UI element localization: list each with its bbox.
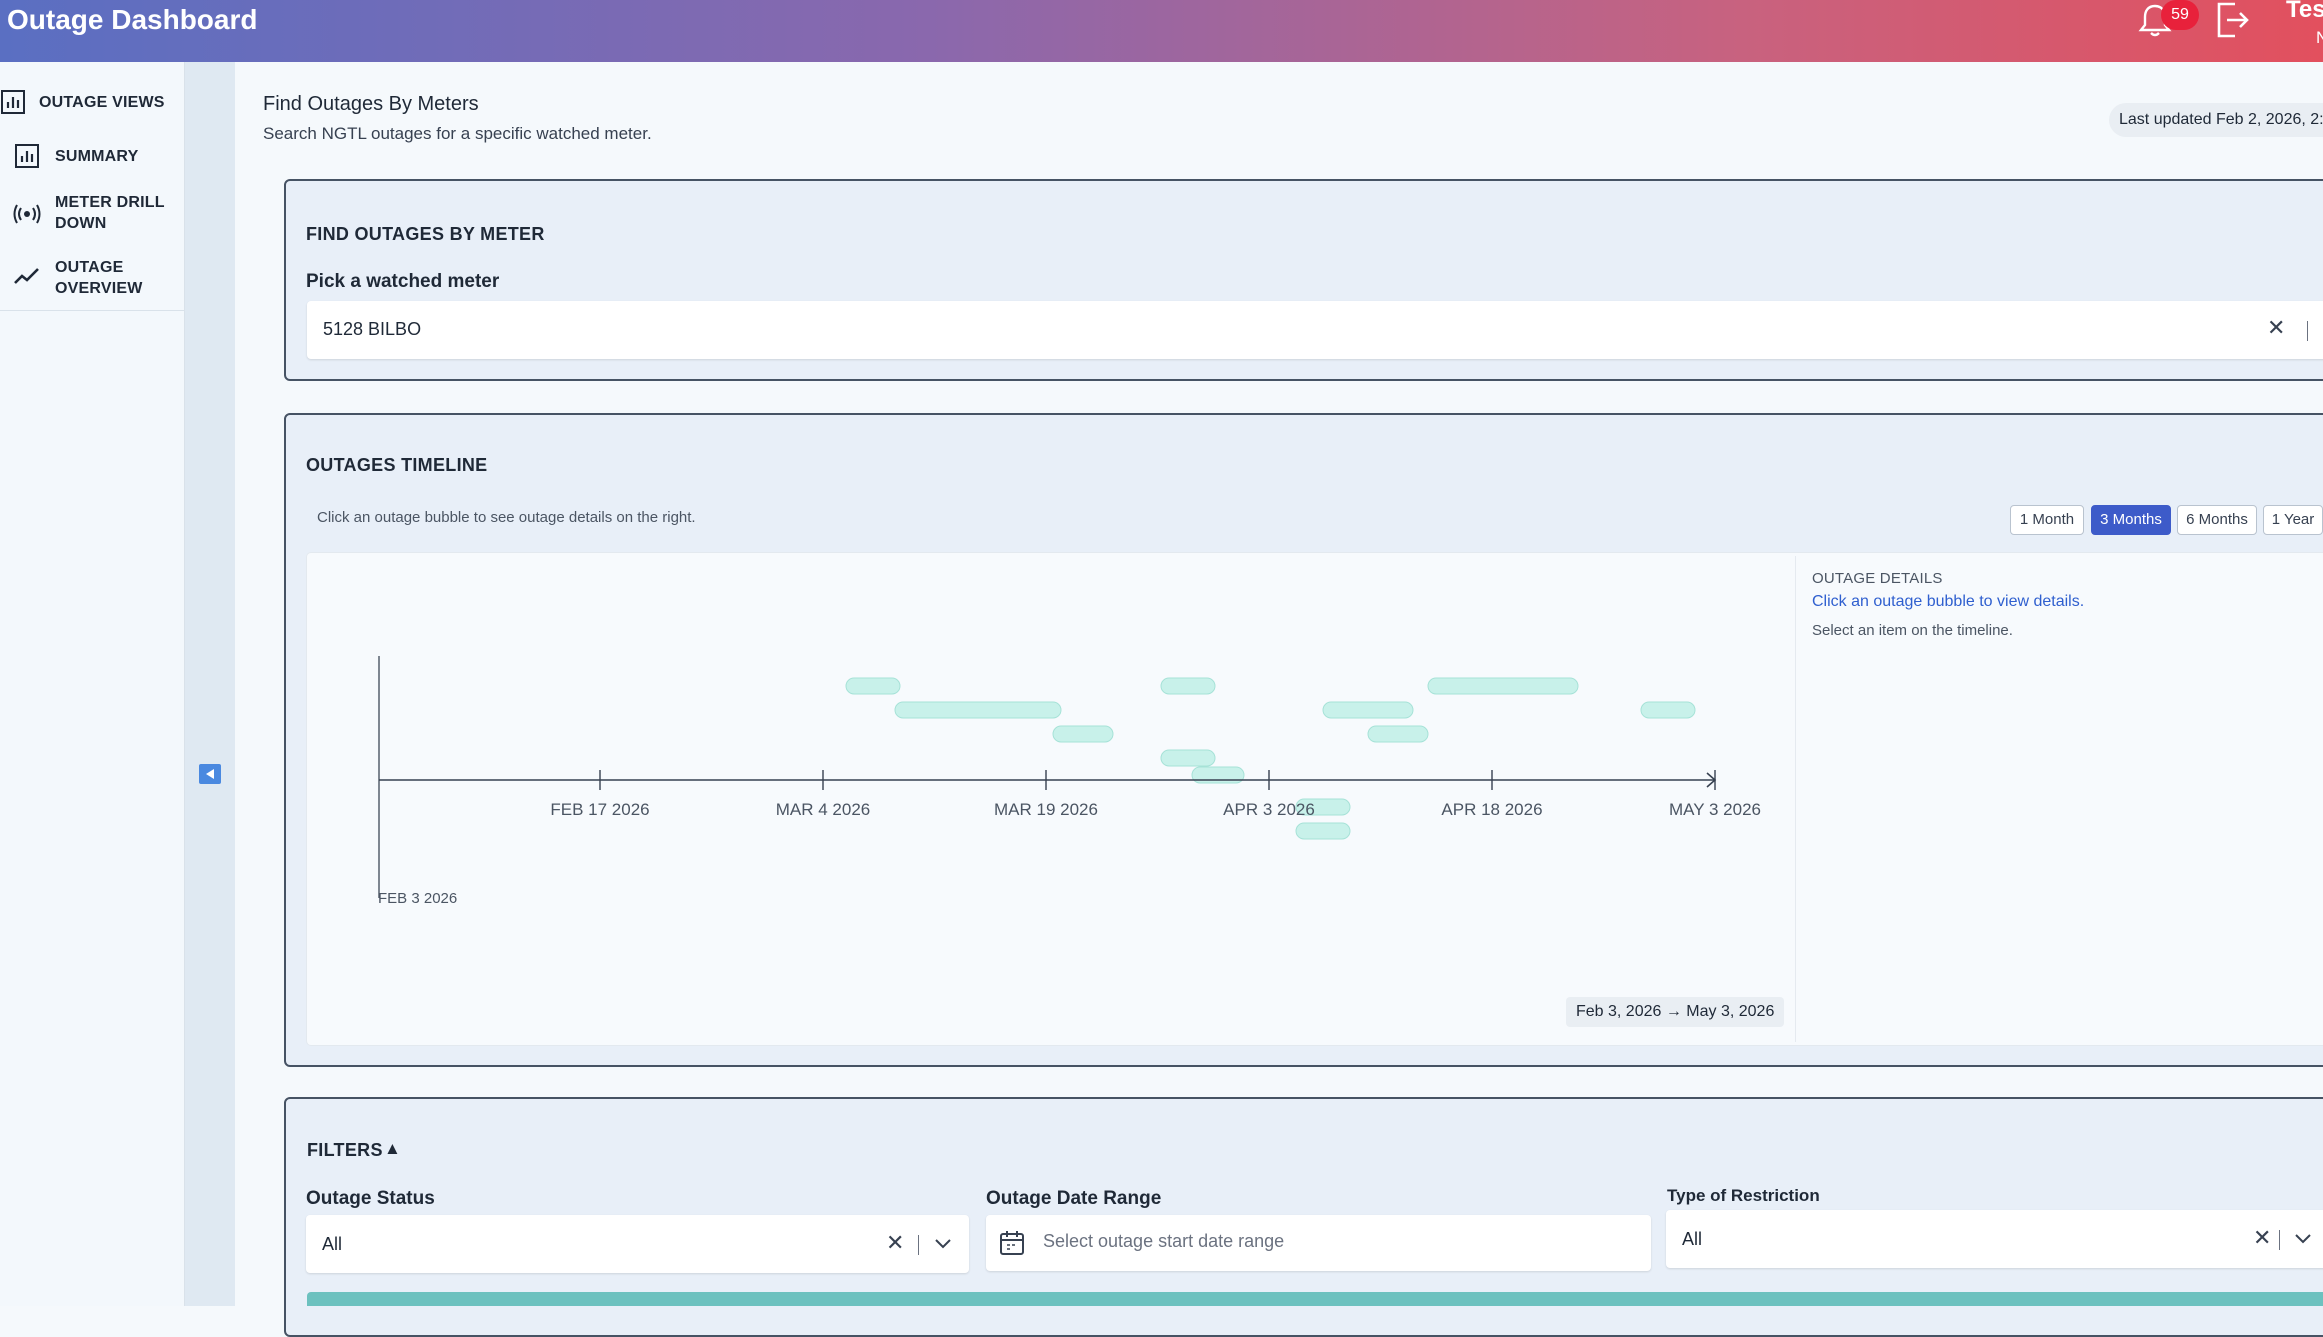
clear-icon[interactable]: ✕ — [2253, 1225, 2271, 1251]
outage-status-value: All — [322, 1234, 343, 1254]
range-1-month-button[interactable]: 1 Month — [2010, 505, 2084, 535]
trend-line-icon — [14, 268, 39, 284]
notification-badge: 59 — [2161, 0, 2199, 30]
axis-tick-label: MAR 4 2026 — [776, 800, 871, 819]
axis-ticks: FEB 17 2026 MAR 4 2026 MAR 19 2026 APR 3 20… — [550, 770, 1761, 819]
sidebar-item-summary[interactable]: SUMMARY — [0, 142, 185, 170]
user-name[interactable]: Tes — [2286, 0, 2323, 24]
card-title: OUTAGES TIMELINE — [306, 455, 488, 475]
sidebar-divider — [0, 310, 185, 311]
date-range-chip: Feb 3, 2026 → May 3, 2026 — [1566, 997, 1785, 1027]
bar-chart-icon — [15, 144, 39, 168]
outage-details-note: Select an item on the timeline. — [1812, 622, 2013, 639]
last-updated-badge: Last updated Feb 2, 2026, 2:2 — [2109, 103, 2323, 137]
bar-chart-icon — [1, 90, 25, 114]
outage-bubble[interactable] — [1367, 725, 1429, 743]
outage-date-range-input[interactable]: Select outage start date range — [986, 1215, 1651, 1271]
outage-bubble[interactable] — [1295, 822, 1351, 840]
outage-bubble[interactable] — [1052, 725, 1114, 743]
sidebar: OUTAGE VIEWS SUMMARY METER DRILL DOWN OU… — [0, 62, 185, 1306]
chevron-down-icon[interactable] — [933, 1234, 953, 1254]
page-subtitle: Search NGTL outages for a specific watch… — [263, 124, 652, 143]
outage-bubble[interactable] — [1160, 677, 1216, 695]
logout-icon[interactable] — [2213, 0, 2253, 40]
select-separator — [2307, 321, 2308, 341]
select-separator — [918, 1235, 919, 1255]
collapse-filters-icon[interactable]: ▲ — [384, 1139, 401, 1159]
outage-bubble[interactable] — [1322, 701, 1414, 719]
axis-tick-label: FEB 17 2026 — [550, 800, 649, 819]
axis-start-label: FEB 3 2026 — [378, 890, 457, 907]
clear-icon[interactable]: ✕ — [2267, 315, 2285, 341]
page-title: Find Outages By Meters — [263, 93, 479, 115]
range-6-months-button[interactable]: 6 Months — [2177, 505, 2257, 535]
outage-bubble[interactable] — [894, 701, 1062, 719]
sidebar-item-outage-views[interactable]: OUTAGE VIEWS — [0, 88, 185, 116]
axis-tick-label: APR 18 2026 — [1441, 800, 1542, 819]
outage-details-title: OUTAGE DETAILS — [1812, 570, 1943, 587]
timeline-hint: Click an outage bubble to see outage det… — [317, 509, 696, 526]
sidebar-item-outage-overview[interactable]: OUTAGE OVERVIEW — [0, 257, 185, 301]
timeline-chart: FEB 17 2026 MAR 4 2026 MAR 19 2026 APR 3 20… — [378, 656, 1761, 907]
sidebar-item-label: OUTAGE VIEWS — [39, 94, 165, 111]
top-header: Outage Dashboard 59 Tes N — [0, 0, 2323, 62]
meter-select[interactable]: 5128 BILBO ✕ — [307, 301, 2323, 359]
sidebar-item-meter-drill-down[interactable]: METER DRILL DOWN — [0, 192, 185, 236]
restriction-type-select[interactable]: All ✕ — [1666, 1210, 2323, 1268]
outage-status-select[interactable]: All ✕ — [306, 1215, 969, 1273]
sidebar-collapse-strip — [185, 62, 235, 1306]
calendar-icon — [1000, 1231, 1024, 1255]
outage-bubble[interactable] — [1640, 701, 1696, 719]
axis-tick-label: MAR 19 2026 — [994, 800, 1098, 819]
broadcast-icon — [13, 204, 41, 224]
range-1-year-button[interactable]: 1 Year — [2263, 505, 2323, 535]
axis-tick-label: MAY 3 2026 — [1669, 800, 1761, 819]
outage-bubble[interactable] — [1427, 677, 1579, 695]
outage-bubble[interactable] — [845, 677, 901, 695]
select-separator — [2279, 1230, 2280, 1250]
chevron-down-icon[interactable] — [2293, 1229, 2313, 1249]
date-range-placeholder: Select outage start date range — [1043, 1231, 1285, 1251]
meter-select-value: 5128 BILBO — [323, 319, 422, 339]
user-role: N — [2316, 28, 2323, 47]
app-title: Outage Dashboard — [7, 4, 258, 35]
outage-status-label: Outage Status — [306, 1188, 435, 1209]
axis-tick-label: APR 3 2026 — [1223, 800, 1315, 819]
restriction-type-value: All — [1682, 1229, 1703, 1249]
collapse-sidebar-button[interactable] — [199, 764, 221, 784]
outage-bubble[interactable] — [1160, 749, 1216, 767]
find-outages-card: FIND OUTAGES BY METER Pick a watched met… — [284, 179, 2323, 381]
range-3-months-button[interactable]: 3 Months — [2091, 505, 2171, 535]
sidebar-item-label: OUTAGE OVERVIEW — [55, 259, 143, 297]
card-title: FIND OUTAGES BY METER — [306, 224, 545, 244]
details-divider — [1795, 556, 1796, 1042]
search-button-bar[interactable] — [307, 1292, 2323, 1306]
triangle-left-icon — [206, 769, 214, 779]
outage-date-range-label: Outage Date Range — [986, 1188, 1162, 1209]
sidebar-item-label: METER DRILL DOWN — [55, 194, 165, 232]
sidebar-item-label: SUMMARY — [55, 148, 139, 165]
meter-field-label: Pick a watched meter — [306, 271, 500, 292]
clear-icon[interactable]: ✕ — [886, 1230, 904, 1256]
filters-title: FILTERS — [307, 1140, 383, 1160]
outage-details-link[interactable]: Click an outage bubble to view details. — [1812, 593, 2084, 611]
restriction-type-label: Type of Restriction — [1667, 1186, 1820, 1205]
